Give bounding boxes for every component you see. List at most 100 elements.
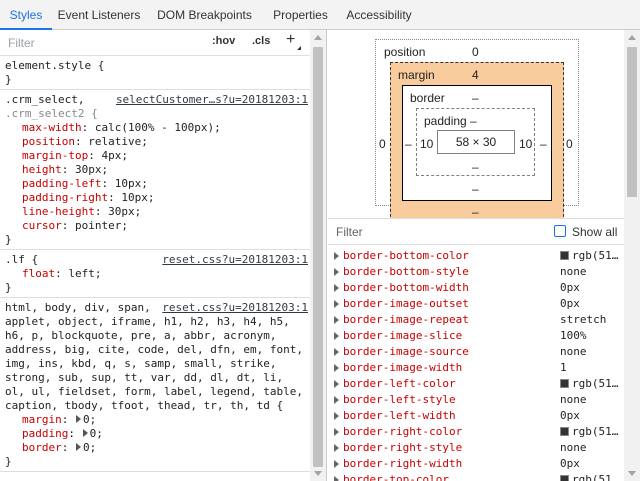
color-swatch-icon[interactable] bbox=[560, 379, 569, 388]
property-value[interactable]: 10px; bbox=[121, 191, 154, 204]
computed-property-row[interactable]: border-bottom-color rgb(51… bbox=[328, 248, 624, 264]
expand-triangle-icon[interactable] bbox=[334, 380, 339, 388]
property-name[interactable]: cursor bbox=[22, 219, 62, 232]
css-property[interactable]: border: 0; bbox=[5, 441, 305, 455]
style-rule[interactable]: element.style {} bbox=[0, 56, 310, 90]
computed-property-row[interactable]: border-left-style none bbox=[328, 392, 624, 408]
border-left-value[interactable]: – bbox=[405, 137, 412, 151]
expand-triangle-icon[interactable] bbox=[334, 332, 339, 340]
margin-right-value[interactable]: 0 bbox=[566, 137, 573, 151]
computed-filter-input[interactable] bbox=[334, 223, 534, 241]
color-swatch-icon[interactable] bbox=[560, 251, 569, 260]
property-name[interactable]: max-width bbox=[22, 121, 82, 134]
rule-source-link[interactable]: reset.css?u=20181203:1 bbox=[162, 253, 308, 267]
property-value[interactable]: 4px; bbox=[101, 149, 128, 162]
border-bottom-value[interactable]: – bbox=[472, 182, 479, 196]
color-swatch-icon[interactable] bbox=[560, 475, 569, 481]
property-value[interactable]: 0; bbox=[83, 441, 96, 454]
padding-right-value[interactable]: 10 bbox=[519, 137, 532, 151]
margin-left-value[interactable]: 0 bbox=[379, 137, 386, 151]
style-rule[interactable]: reset.css?u=20181203:1 html, body, div, s… bbox=[0, 298, 310, 472]
computed-property-row[interactable]: border-image-slice 100% bbox=[328, 328, 624, 344]
rule-selector[interactable]: .crm_select2 { bbox=[5, 107, 305, 121]
padding-bottom-value[interactable]: – bbox=[472, 160, 479, 174]
scrollbar-thumb[interactable] bbox=[627, 47, 637, 197]
computed-scrollbar[interactable] bbox=[624, 30, 640, 481]
scroll-down-arrow-icon[interactable] bbox=[628, 471, 636, 476]
border-right-value[interactable]: – bbox=[540, 137, 547, 151]
expand-triangle-icon[interactable] bbox=[334, 268, 339, 276]
style-rule[interactable]: selectCustomer…s?u=20181203:1 .crm_select… bbox=[0, 90, 310, 250]
computed-property-row[interactable]: border-top-color rgb(51… bbox=[328, 472, 624, 481]
expand-triangle-icon[interactable] bbox=[334, 412, 339, 420]
show-all-checkbox[interactable] bbox=[554, 225, 566, 237]
expand-triangle-icon[interactable] bbox=[334, 428, 339, 436]
expand-triangle-icon[interactable] bbox=[334, 364, 339, 372]
hov-toggle-button[interactable]: :hov bbox=[212, 35, 235, 47]
computed-property-row[interactable]: border-left-width 0px bbox=[328, 408, 624, 424]
css-property[interactable]: max-width: calc(100% - 100px); bbox=[5, 121, 305, 135]
rule-selector[interactable]: h6, p, blockquote, pre, a, abbr, acronym… bbox=[5, 329, 305, 343]
margin-top-value[interactable]: 4 bbox=[472, 68, 479, 82]
css-property[interactable]: padding-left: 10px; bbox=[5, 177, 305, 191]
computed-property-row[interactable]: border-image-width 1 bbox=[328, 360, 624, 376]
property-name[interactable]: border bbox=[22, 441, 62, 454]
position-value[interactable]: 0 bbox=[472, 45, 479, 59]
rule-source-link[interactable]: reset.css?u=20181203:1 bbox=[162, 301, 308, 315]
tab-event-listeners[interactable]: Event Listeners bbox=[52, 0, 146, 30]
property-name[interactable]: margin-top bbox=[22, 149, 88, 162]
property-value[interactable]: calc(100% - 100px); bbox=[95, 121, 221, 134]
computed-property-row[interactable]: border-right-width 0px bbox=[328, 456, 624, 472]
tab-styles[interactable]: Styles bbox=[0, 0, 52, 30]
style-rule[interactable]: reset.css?u=20181203:1 .lf {float: left;} bbox=[0, 250, 310, 298]
border-top-value[interactable]: – bbox=[472, 91, 479, 105]
margin-bottom-value[interactable]: – bbox=[472, 205, 479, 219]
property-name[interactable]: line-height bbox=[22, 205, 95, 218]
property-value[interactable]: pointer; bbox=[75, 219, 128, 232]
expand-triangle-icon[interactable] bbox=[76, 443, 81, 451]
cls-toggle-button[interactable]: .cls bbox=[252, 35, 270, 47]
box-model-content[interactable]: 58 × 30 bbox=[437, 130, 515, 154]
scrollbar-thumb[interactable] bbox=[313, 47, 323, 467]
expand-triangle-icon[interactable] bbox=[334, 348, 339, 356]
color-swatch-icon[interactable] bbox=[560, 427, 569, 436]
property-name[interactable]: padding bbox=[22, 427, 68, 440]
rule-selector[interactable]: applet, object, iframe, h1, h2, h3, h4, … bbox=[5, 315, 305, 329]
expand-triangle-icon[interactable] bbox=[334, 284, 339, 292]
property-value[interactable]: 0; bbox=[90, 427, 103, 440]
show-all-label[interactable]: Show all bbox=[572, 225, 617, 239]
scroll-up-arrow-icon[interactable] bbox=[628, 35, 636, 40]
expand-triangle-icon[interactable] bbox=[76, 415, 81, 423]
rule-selector[interactable]: caption, tbody, tfoot, thead, tr, th, td… bbox=[5, 399, 305, 413]
property-name[interactable]: padding-left bbox=[22, 177, 101, 190]
css-property[interactable]: line-height: 30px; bbox=[5, 205, 305, 219]
rule-selector[interactable]: ol, ul, fieldset, form, label, legend, t… bbox=[5, 385, 305, 399]
css-property[interactable]: position: relative; bbox=[5, 135, 305, 149]
padding-left-value[interactable]: 10 bbox=[420, 137, 433, 151]
rule-selector[interactable]: element.style { bbox=[5, 59, 305, 73]
css-property[interactable]: float: left; bbox=[5, 267, 305, 281]
css-property[interactable]: margin: 0; bbox=[5, 413, 305, 427]
new-style-rule-button[interactable]: + bbox=[286, 31, 295, 49]
tab-accessibility[interactable]: Accessibility bbox=[338, 0, 420, 30]
property-value[interactable]: left; bbox=[68, 267, 101, 280]
tab-dom-breakpoints[interactable]: DOM Breakpoints bbox=[146, 0, 263, 30]
expand-triangle-icon[interactable] bbox=[334, 476, 339, 481]
styles-scrollbar[interactable] bbox=[310, 30, 326, 481]
computed-property-row[interactable]: border-image-outset 0px bbox=[328, 296, 624, 312]
property-name[interactable]: margin bbox=[22, 413, 62, 426]
rule-selector[interactable]: strong, sub, sup, tt, var, dd, dl, dt, l… bbox=[5, 371, 305, 385]
rule-selector[interactable]: img, ins, kbd, q, s, samp, small, strike… bbox=[5, 357, 305, 371]
computed-property-row[interactable]: border-bottom-style none bbox=[328, 264, 624, 280]
property-value[interactable]: 30px; bbox=[75, 163, 108, 176]
expand-triangle-icon[interactable] bbox=[334, 444, 339, 452]
computed-property-row[interactable]: border-right-color rgb(51… bbox=[328, 424, 624, 440]
property-value[interactable]: 0; bbox=[83, 413, 96, 426]
css-property[interactable]: padding: 0; bbox=[5, 427, 305, 441]
scroll-down-arrow-icon[interactable] bbox=[314, 471, 322, 476]
property-value[interactable]: 10px; bbox=[115, 177, 148, 190]
computed-property-row[interactable]: border-right-style none bbox=[328, 440, 624, 456]
rule-selector[interactable]: address, big, cite, code, del, dfn, em, … bbox=[5, 343, 305, 357]
expand-triangle-icon[interactable] bbox=[334, 460, 339, 468]
css-property[interactable]: cursor: pointer; bbox=[5, 219, 305, 233]
